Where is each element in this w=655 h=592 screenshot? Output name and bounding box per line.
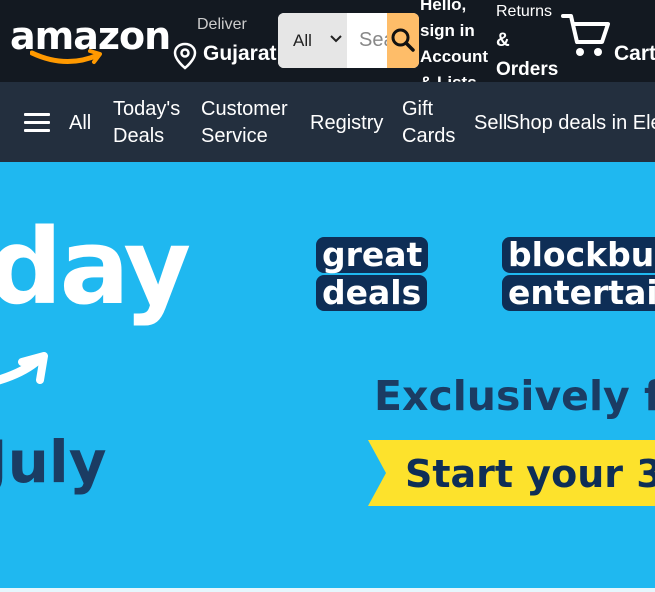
search-button[interactable] xyxy=(387,13,419,68)
sub-nav-gift-cards[interactable]: Gift Cards xyxy=(402,96,462,150)
orders-label: & Orders xyxy=(496,30,559,80)
badge-line: deals xyxy=(316,275,428,311)
search-category-select[interactable]: All xyxy=(278,13,347,68)
cart-icon[interactable] xyxy=(560,10,612,60)
sub-nav-customer-service[interactable]: Customer Service xyxy=(201,96,297,150)
deliver-label: Deliver xyxy=(197,16,247,33)
sub-nav-sell[interactable]: Sell xyxy=(474,110,507,137)
account-lists[interactable]: Hello, sign in Account & Lists xyxy=(420,0,496,82)
menu-icon[interactable] xyxy=(24,113,50,133)
top-nav: amazon Deliver Gujarat All Hello, sign i… xyxy=(0,0,655,82)
returns-orders[interactable]: Returns & Orders xyxy=(496,0,562,82)
cart-label[interactable]: Cart xyxy=(614,42,655,66)
sub-nav-registry[interactable]: Registry xyxy=(310,110,383,137)
returns-label: Returns xyxy=(496,3,553,20)
search-icon xyxy=(391,28,415,52)
hero-date: July xyxy=(0,428,107,496)
sub-nav: All Today's Deals Customer Service Regis… xyxy=(0,82,655,162)
hero-headline: day xyxy=(0,206,191,328)
trial-ribbon-text[interactable]: Start your 30-day free trial xyxy=(405,452,655,496)
hero-divider xyxy=(0,588,655,592)
blockbuster-badge: blockbuster entertainment xyxy=(502,237,655,313)
badge-line: blockbuster xyxy=(502,237,655,273)
badge-line: great xyxy=(316,237,429,273)
deliver-location: Gujarat xyxy=(203,42,277,65)
sub-nav-todays-deals[interactable]: Today's Deals xyxy=(113,96,193,150)
search-input[interactable] xyxy=(347,13,387,68)
smile-arrow-icon xyxy=(0,352,48,385)
great-deals-badge: great deals xyxy=(316,237,429,313)
location-pin-icon xyxy=(173,42,197,70)
logo-smile-icon xyxy=(30,49,102,65)
badge-line: entertainment xyxy=(502,275,655,311)
search-bar: All xyxy=(278,13,419,68)
chevron-down-icon xyxy=(330,35,342,43)
sub-nav-shop-deals[interactable]: Shop deals in Electronics xyxy=(506,110,655,137)
search-category-label: All xyxy=(293,31,312,50)
sub-nav-all[interactable]: All xyxy=(69,112,91,135)
hero-banner[interactable]: day July great deals blockbuster enterta… xyxy=(0,162,655,592)
hero-subtitle: Exclusively for Prime members xyxy=(374,372,655,420)
